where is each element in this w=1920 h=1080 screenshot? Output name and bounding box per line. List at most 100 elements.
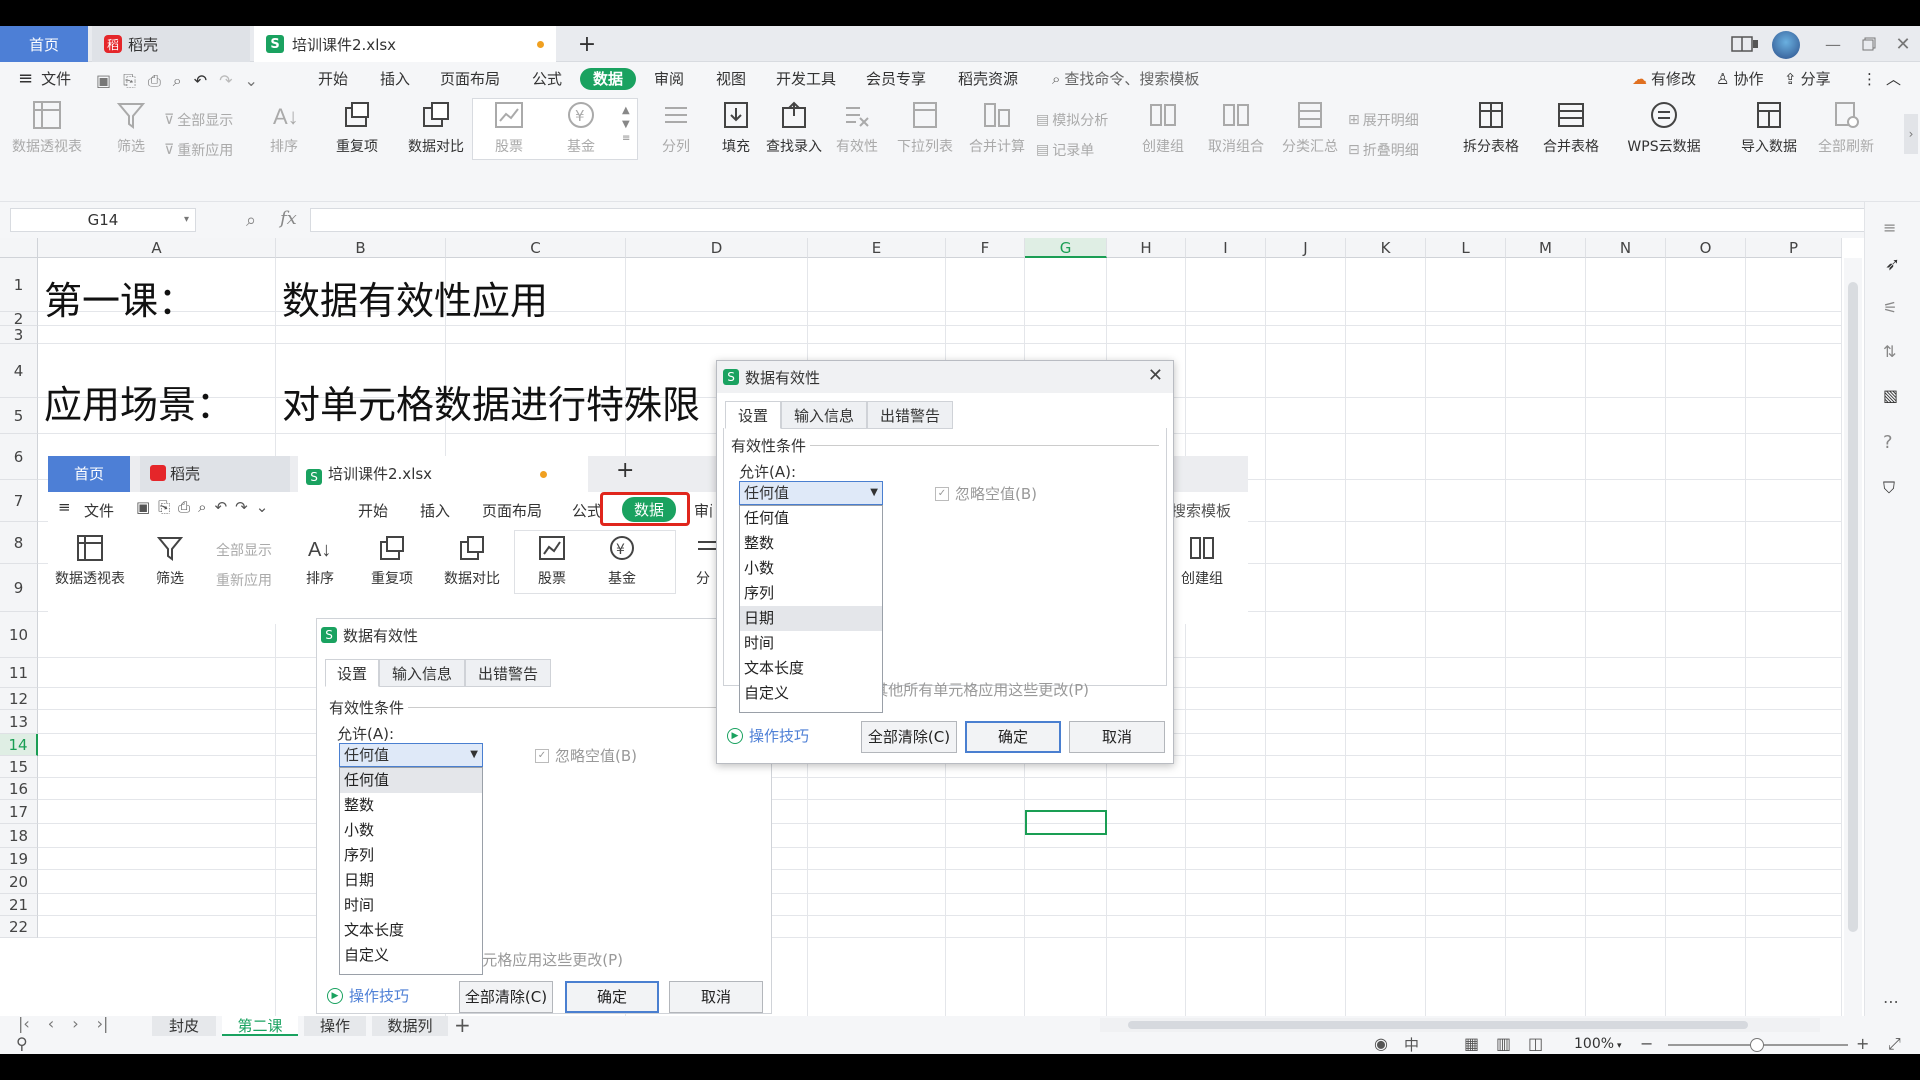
qat-more-icon[interactable]: ⌄ <box>245 71 258 91</box>
share-button[interactable]: ⇪ 分享 <box>1784 68 1831 90</box>
horizontal-scroll-thumb[interactable] <box>1128 1021 1748 1029</box>
row-header-21[interactable]: 21 <box>0 894 38 916</box>
panel-collapse-icon[interactable]: ≡ <box>1883 218 1896 237</box>
add-sheet-icon[interactable]: + <box>454 1013 471 1037</box>
file-menu[interactable]: ≡ 文件 <box>18 68 71 90</box>
vertical-scroll-thumb[interactable] <box>1848 282 1858 932</box>
zoom-level[interactable]: 100% ▾ <box>1574 1036 1622 1052</box>
ribbon-scroll-right-icon[interactable]: › <box>1904 114 1918 154</box>
wps-cloud-button[interactable]: WPS云数据 <box>1614 100 1714 166</box>
column-header-f[interactable]: F <box>946 238 1025 258</box>
create-group-button[interactable]: 创建组 <box>1130 100 1196 166</box>
zoom-out-button[interactable]: − <box>1640 1034 1653 1053</box>
zoom-formula-icon[interactable]: ⌕ <box>246 210 256 231</box>
option-list[interactable]: 序列 <box>740 581 882 606</box>
dialog-close-icon[interactable]: ✕ <box>1148 365 1163 386</box>
column-header-h[interactable]: H <box>1107 238 1186 258</box>
menu-view[interactable]: 视图 <box>716 68 746 90</box>
allow-select[interactable]: 任何值 ▼ <box>739 481 883 505</box>
column-header-j[interactable]: J <box>1266 238 1346 258</box>
window-layout-icon[interactable] <box>1730 34 1760 54</box>
subtotal-button[interactable]: 分类汇总 <box>1276 100 1344 166</box>
sheet-tab-cover[interactable]: 封皮 <box>152 1016 216 1036</box>
command-search[interactable]: ⌕ 查找命令、搜索模板 <box>1052 68 1199 90</box>
column-header-m[interactable]: M <box>1506 238 1586 258</box>
option-date[interactable]: 日期 <box>740 606 882 631</box>
merge-table-button[interactable]: 合并表格 <box>1532 100 1610 166</box>
option-text-length[interactable]: 文本长度 <box>740 656 882 681</box>
split-table-button[interactable]: 拆分表格 <box>1452 100 1530 166</box>
tab-docer[interactable]: 稻 稻壳 <box>92 26 250 62</box>
refresh-all-button[interactable]: 全部刷新 <box>1806 100 1886 166</box>
row-header-16[interactable]: 16 <box>0 778 38 800</box>
fund-button[interactable]: ¥ 基金 <box>546 100 616 166</box>
row-header-2[interactable]: 2 <box>0 312 38 327</box>
cell-b4[interactable]: 对单元格数据进行特殊限 <box>282 374 700 429</box>
column-header-i[interactable]: I <box>1186 238 1266 258</box>
option-time[interactable]: 时间 <box>740 631 882 656</box>
filter-button[interactable]: 筛选 <box>96 100 166 166</box>
cell-a4[interactable]: 应用场景： <box>44 374 234 429</box>
name-box-dropdown-icon[interactable]: ▾ <box>184 209 189 231</box>
last-sheet-icon[interactable]: ›| <box>97 1014 109 1033</box>
cell-a1[interactable]: 第一课： <box>44 270 196 325</box>
print-icon[interactable]: ⎙ <box>148 71 161 91</box>
what-if-button[interactable]: ▤ 模拟分析 <box>1036 110 1108 130</box>
panel-more-icon[interactable]: ⋯ <box>1883 992 1899 1011</box>
minimize-icon[interactable]: — <box>1820 34 1846 54</box>
menu-insert[interactable]: 插入 <box>380 68 410 90</box>
zoom-in-button[interactable]: + <box>1856 1034 1869 1053</box>
preview-icon[interactable]: ⌕ <box>173 71 182 91</box>
undo-icon[interactable]: ↶ <box>194 71 207 91</box>
tab-error-alert[interactable]: 出错警告 <box>867 401 953 429</box>
input-method-icon[interactable]: 中 <box>1404 1034 1419 1054</box>
option-any-value[interactable]: 任何值 <box>740 506 882 531</box>
menu-docer-res[interactable]: 稻壳资源 <box>958 68 1018 90</box>
row-header-6[interactable]: 6 <box>0 434 38 480</box>
row-header-11[interactable]: 11 <box>0 658 38 688</box>
fullscreen-icon[interactable]: ⤢ <box>1888 1034 1901 1054</box>
zoom-slider-thumb[interactable] <box>1750 1038 1764 1052</box>
prev-sheet-icon[interactable]: ‹ <box>48 1014 54 1033</box>
stock-button[interactable]: 股票 <box>474 100 544 166</box>
location-icon[interactable]: ⛉ <box>1883 478 1895 498</box>
page-layout-view-icon[interactable]: ▥ <box>1496 1034 1511 1053</box>
row-header-7[interactable]: 7 <box>0 480 38 522</box>
expand-detail-button[interactable]: ⊞ 展开明细 <box>1348 110 1419 130</box>
tips-link[interactable]: ▶ 操作技巧 <box>727 725 809 746</box>
sheet-tab-operation[interactable]: 操作 <box>304 1016 366 1036</box>
help-icon[interactable]: ? <box>1883 432 1893 453</box>
menu-start[interactable]: 开始 <box>318 68 348 90</box>
menu-review[interactable]: 审阅 <box>654 68 684 90</box>
column-header-l[interactable]: L <box>1426 238 1506 258</box>
cancel-button[interactable]: 取消 <box>1069 721 1165 753</box>
restore-icon[interactable] <box>1856 34 1882 54</box>
dialog-titlebar[interactable]: S 数据有效性 ✕ <box>717 361 1173 393</box>
eye-protect-icon[interactable]: ◉ <box>1374 1034 1388 1053</box>
sort-panel-icon[interactable]: ⇅ <box>1883 342 1896 361</box>
column-header-o[interactable]: O <box>1666 238 1746 258</box>
properties-icon[interactable]: ⚟ <box>1883 298 1897 317</box>
menu-data[interactable]: 数据 <box>580 68 637 90</box>
allow-dropdown-list[interactable]: 任何值 整数 小数 序列 日期 时间 文本长度 自定义 <box>739 505 883 713</box>
row-header-18[interactable]: 18 <box>0 824 38 848</box>
sheet-tab-lesson2[interactable]: 第二课 <box>222 1016 298 1036</box>
option-decimal[interactable]: 小数 <box>740 556 882 581</box>
column-header-c[interactable]: C <box>446 238 626 258</box>
row-header-5[interactable]: 5 <box>0 398 38 434</box>
dropdown-list-button[interactable]: 下拉列表 <box>890 100 960 166</box>
consolidate-button[interactable]: 合并计算 <box>960 100 1034 166</box>
column-header-g[interactable]: G <box>1025 238 1107 258</box>
data-compare-button[interactable]: 数据对比 <box>396 100 476 166</box>
select-cursor-icon[interactable]: ➶ <box>1885 254 1900 275</box>
split-column-button[interactable]: 分列 <box>646 100 706 166</box>
reapply-button[interactable]: ⊽ 重新应用 <box>164 140 233 160</box>
pivot-table-button[interactable]: 数据透视表 <box>12 100 82 166</box>
next-sheet-icon[interactable]: › <box>72 1014 78 1033</box>
row-header-12[interactable]: 12 <box>0 688 38 710</box>
column-header-e[interactable]: E <box>808 238 946 258</box>
column-header-d[interactable]: D <box>626 238 808 258</box>
menu-member[interactable]: 会员专享 <box>866 68 926 90</box>
normal-view-icon[interactable]: ▦ <box>1464 1034 1479 1053</box>
more-menu-icon[interactable]: ⋮ <box>1862 68 1877 90</box>
